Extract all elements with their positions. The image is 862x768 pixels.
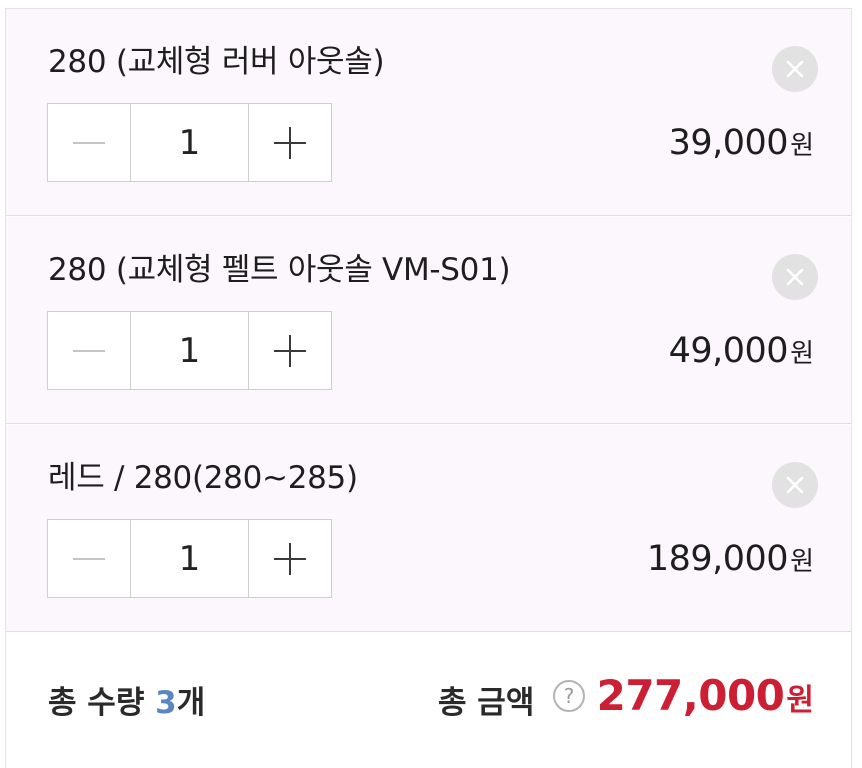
- quantity-value[interactable]: 1: [131, 312, 248, 389]
- plus-icon: [274, 126, 306, 159]
- total-quantity: 총 수량 3개: [48, 677, 205, 722]
- quantity-stepper: 1: [47, 103, 332, 182]
- minus-icon: [73, 141, 105, 144]
- close-icon: [786, 268, 804, 286]
- remove-option-button[interactable]: [772, 46, 818, 92]
- decrease-quantity-button[interactable]: [48, 312, 131, 389]
- option-name: 280 (교체형 펠트 아웃솔 VM-S01): [48, 252, 511, 288]
- total-quantity-unit: 개: [176, 685, 206, 721]
- total-price-value: 277,000: [596, 671, 785, 720]
- remove-option-button[interactable]: [772, 254, 818, 300]
- increase-quantity-button[interactable]: [248, 104, 331, 181]
- increase-quantity-button[interactable]: [248, 520, 331, 597]
- currency-unit: 원: [790, 547, 814, 577]
- cart-options-panel: 280 (교체형 러버 아웃솔) 1 39,000원 280 (교체형 펠트 아…: [5, 8, 852, 768]
- currency-unit: 원: [790, 131, 814, 161]
- quantity-stepper: 1: [47, 311, 332, 390]
- total-quantity-count: 3: [155, 685, 177, 721]
- decrease-quantity-button[interactable]: [48, 104, 131, 181]
- selected-option: 레드 / 280(280~285) 1 189,000원: [6, 425, 851, 632]
- minus-icon: [73, 349, 105, 352]
- option-price-value: 49,000: [668, 331, 789, 371]
- question-icon[interactable]: ?: [553, 680, 585, 712]
- minus-icon: [73, 557, 105, 560]
- quantity-value[interactable]: 1: [131, 520, 248, 597]
- option-name: 280 (교체형 러버 아웃솔): [48, 44, 385, 80]
- total-quantity-label: 총 수량: [48, 685, 145, 721]
- increase-quantity-button[interactable]: [248, 312, 331, 389]
- quantity-stepper: 1: [47, 519, 332, 598]
- plus-icon: [274, 334, 306, 367]
- close-icon: [786, 60, 804, 78]
- plus-icon: [274, 542, 306, 575]
- option-price: 189,000원: [647, 539, 814, 579]
- close-icon: [786, 476, 804, 494]
- option-price: 39,000원: [669, 123, 814, 163]
- option-name: 레드 / 280(280~285): [48, 460, 358, 496]
- order-summary: 총 수량 3개 총 금액 ? 277,000원: [6, 633, 851, 763]
- option-price: 49,000원: [669, 331, 814, 371]
- quantity-value[interactable]: 1: [131, 104, 248, 181]
- selected-option: 280 (교체형 러버 아웃솔) 1 39,000원: [6, 9, 851, 216]
- option-price-value: 39,000: [668, 123, 789, 163]
- currency-unit: 원: [790, 339, 814, 369]
- total-price: 277,000원: [597, 671, 814, 720]
- currency-unit: 원: [786, 683, 814, 718]
- option-price-value: 189,000: [646, 539, 789, 579]
- selected-option: 280 (교체형 펠트 아웃솔 VM-S01) 1 49,000원: [6, 217, 851, 424]
- total-amount-label: 총 금액: [438, 685, 535, 721]
- decrease-quantity-button[interactable]: [48, 520, 131, 597]
- remove-option-button[interactable]: [772, 462, 818, 508]
